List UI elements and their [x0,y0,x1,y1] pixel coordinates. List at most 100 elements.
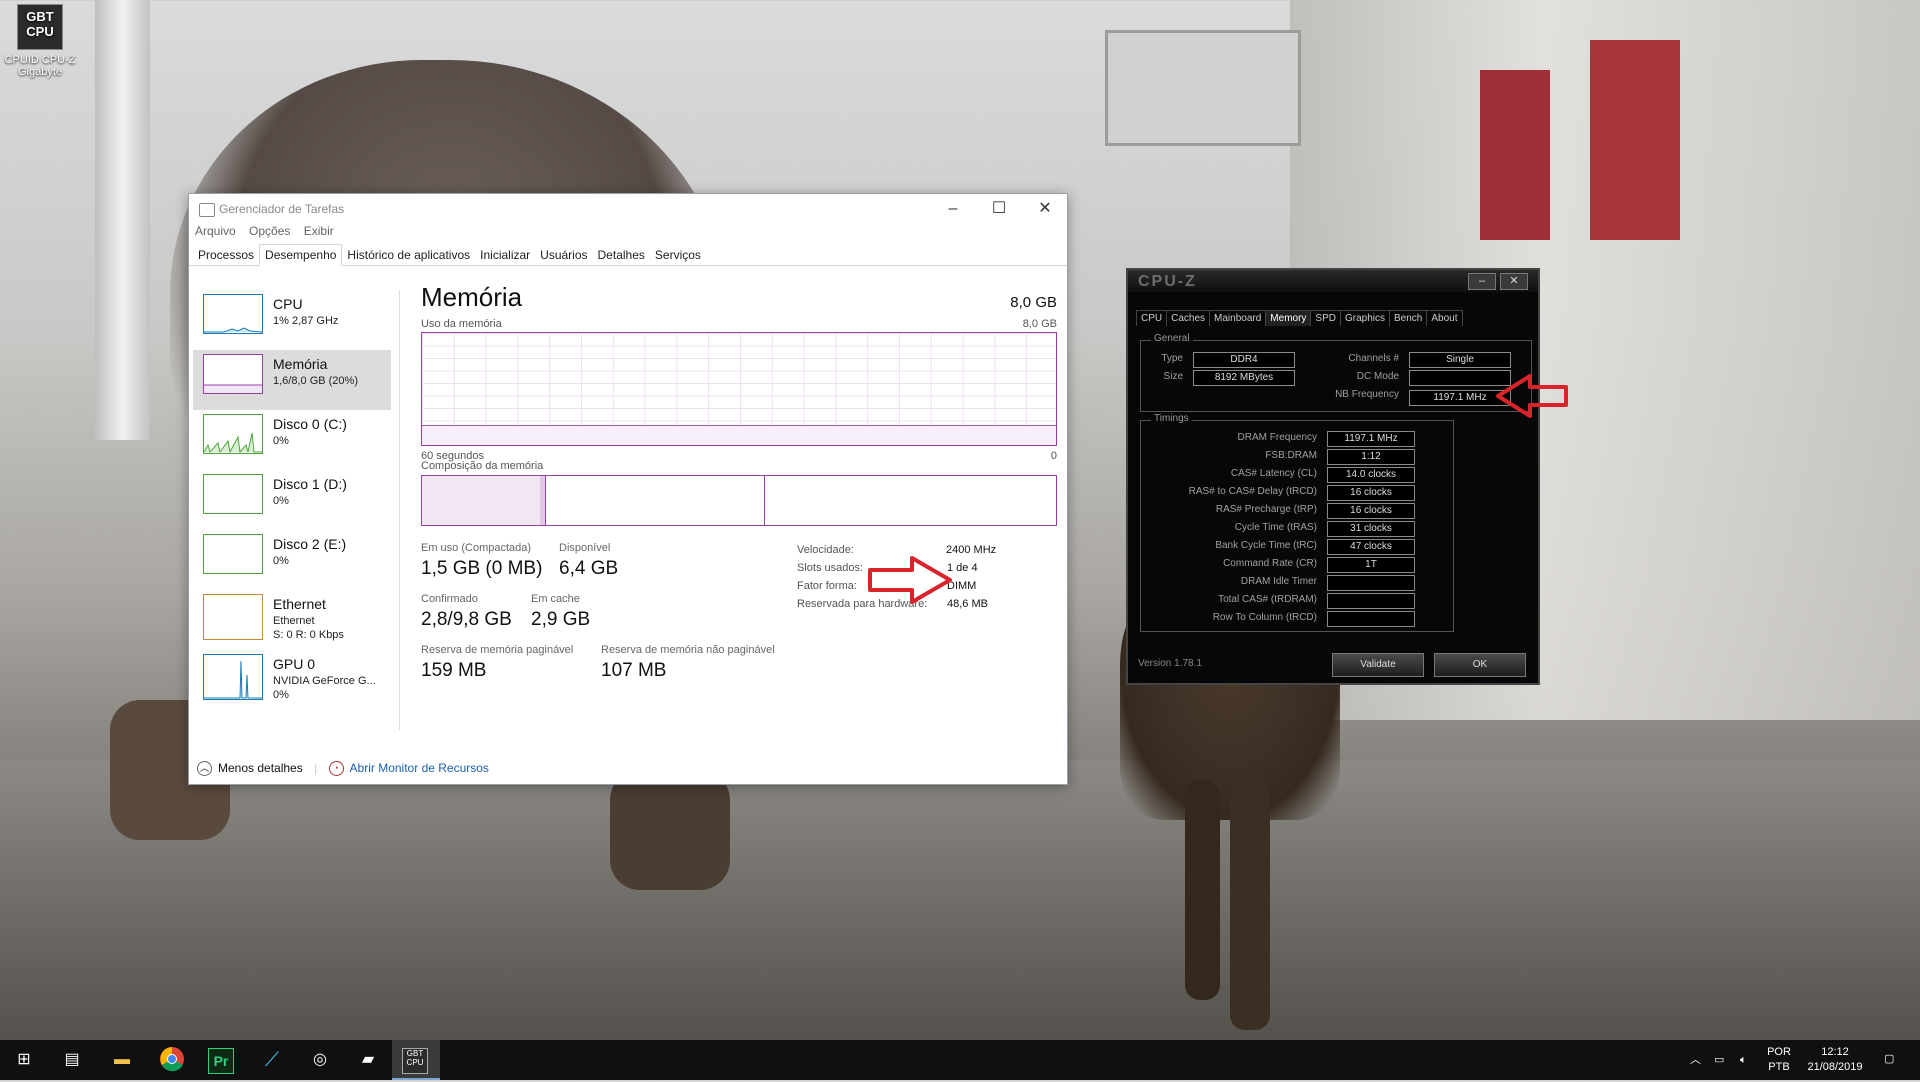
windows-start-icon[interactable]: ⊞ [10,1046,38,1074]
sidebar-item-disco1[interactable]: Disco 1 (D:) 0% [193,470,391,530]
sidebar-subtitle: 0% [273,435,289,447]
stat-nonpaged-pool: Reserva de memória não paginável 107 MB [601,644,775,682]
menu-exibir[interactable]: Exibir [304,224,334,238]
cpuz-label: NB Frequency [1335,389,1399,400]
clock[interactable]: 12:12 21/08/2019 [1800,1045,1870,1075]
composition-standby-divider [764,476,765,525]
language-indicator[interactable]: POR PTB [1764,1045,1794,1075]
notifications-icon[interactable]: ▢ [1884,1052,1894,1067]
cpuz-tab-caches[interactable]: Caches [1166,310,1211,326]
sidebar-item-gpu[interactable]: GPU 0 NVIDIA GeForce G... 0% [193,650,391,714]
cpuz-timing-value: 1197.1 MHz [1327,431,1415,447]
sidebar-subtitle: 0% [273,555,289,567]
memory-sparkline [204,384,262,393]
sidebar-item-ethernet[interactable]: Ethernet Ethernet S: 0 R: 0 Kbps [193,590,391,650]
fewer-details-link[interactable]: Menos detalhes [218,761,303,775]
sidebar-item-cpu[interactable]: CPU 1% 2,87 GHz [193,290,391,350]
stat-cached: Em cache 2,9 GB [531,593,590,631]
detail-key: Fator forma: [797,580,857,592]
minimize-button[interactable]: – [1468,273,1496,290]
desktop-icon-cpuz[interactable]: GBT CPU CPUID CPU-Z Gigabyte [4,4,76,78]
tab-bar: Processos Desempenho Histórico de aplicati… [189,244,1067,266]
chevron-up-icon[interactable]: ︿ [1690,1053,1701,1068]
premiere-rush-icon[interactable]: Pr [208,1048,234,1074]
sidebar-title: Disco 0 (C:) [273,416,347,432]
cpuz-timing-label: CAS# Latency (CL) [1230,468,1317,479]
cpuz-timing-value: 14.0 clocks [1327,467,1415,483]
network-icon[interactable]: ▭ [1714,1053,1724,1068]
tab-processos[interactable]: Processos [193,245,259,265]
close-button[interactable]: ✕ [1500,273,1528,290]
detail-value: 2400 MHz [946,544,997,556]
cpuz-app-icon: GBT CPU [17,4,63,50]
task-manager-icon [199,203,215,217]
menu-bar: Arquivo Opções Exibir [189,224,1067,244]
composition-in-use[interactable] [422,476,541,525]
cpuz-timing-value: 1T [1327,557,1415,573]
resource-monitor-icon: ◔ [328,761,344,776]
sidebar-item-memoria[interactable]: Memória 1,6/8,0 GB (20%) [193,350,391,410]
stat-committed: Confirmado 2,8/9,8 GB [421,593,512,631]
cpuz-timing-label: DRAM Idle Timer [1240,576,1317,587]
cpuz-timing-value: 1:12 [1327,449,1415,465]
menu-arquivo[interactable]: Arquivo [195,224,236,238]
tab-detalhes[interactable]: Detalhes [593,245,650,265]
cpuz-timing-label: Command Rate (CR) [1223,558,1317,569]
close-button[interactable]: ✕ [1023,198,1067,220]
photo-app-icon[interactable]: ▰ [354,1046,382,1074]
feather-app-icon[interactable]: ⟋ [258,1046,286,1074]
title-bar[interactable]: Gerenciador de Tarefas – ☐ ✕ [189,194,1067,224]
tab-inicializar[interactable]: Inicializar [475,245,535,265]
cpuz-timings-group: Timings DRAM Frequency 1197.1 MHz FSB:DRAM… [1140,413,1454,632]
chrome-icon[interactable] [158,1046,186,1074]
sidebar-subtitle: 1% 2,87 GHz [273,315,339,327]
tab-servicos[interactable]: Serviços [650,245,706,265]
footer: ︿ Menos detalhes | ◔ Abrir Monitor de Recu… [197,761,489,776]
cpuz-tab-spd[interactable]: SPD [1310,310,1341,326]
tab-desempenho[interactable]: Desempenho [259,244,343,266]
stat-label: Reserva de memória paginável [421,644,574,656]
graph-axis-right: 0 [1050,450,1057,462]
cpuz-tab-memory[interactable]: Memory [1265,310,1312,326]
detail-slots: Slots usados: 1 de 4 [797,562,978,574]
open-resource-monitor-link[interactable]: Abrir Monitor de Recursos [350,761,489,775]
cpuz-title-bar[interactable]: CPU-Z – ✕ [1128,270,1538,292]
steam-icon[interactable]: ◎ [306,1046,334,1074]
sidebar-subtitle-2: S: 0 R: 0 Kbps [273,629,344,641]
ok-button[interactable]: OK [1434,653,1526,677]
tab-usuarios[interactable]: Usuários [535,245,592,265]
wallpaper-street [0,760,1920,1040]
sidebar-item-disco0[interactable]: Disco 0 (C:) 0% [193,410,391,470]
stat-value: 159 MB [421,660,487,681]
cpuz-tab-about[interactable]: About [1426,310,1463,326]
cpuz-timing-value: 47 clocks [1327,539,1415,555]
cpuz-type-value: DDR4 [1193,352,1295,368]
cpuz-tab-mainboard[interactable]: Mainboard [1209,310,1267,326]
sidebar-item-disco2[interactable]: Disco 2 (E:) 0% [193,530,391,590]
task-view-icon[interactable]: ▤ [58,1046,86,1074]
validate-button[interactable]: Validate [1332,653,1424,677]
composition-modified[interactable] [540,476,546,525]
volume-icon[interactable]: 🔈︎ [1740,1053,1747,1068]
stat-label: Disponível [559,542,611,554]
footer-divider: | [314,760,318,775]
sidebar-title: Ethernet [273,596,326,612]
tab-historico[interactable]: Histórico de aplicativos [342,245,475,265]
cpu-sparkline [204,327,263,333]
chevron-up-icon[interactable]: ︿ [197,761,212,776]
wallpaper-street-sign [1105,30,1301,146]
file-explorer-icon[interactable]: ▬ [108,1046,136,1074]
cpuz-timing-label: DRAM Frequency [1237,432,1317,443]
cpuz-tab-graphics[interactable]: Graphics [1339,310,1390,326]
cpuz-label: Type [1161,353,1183,364]
sidebar-subtitle: NVIDIA GeForce G... [273,675,376,687]
minimize-button[interactable]: – [931,198,975,220]
cpuz-taskbar-icon[interactable]: GBT CPU [402,1048,428,1074]
memory-composition-bar [421,475,1057,526]
ethernet-thumbnail-graph [203,594,263,640]
maximize-button[interactable]: ☐ [977,198,1021,220]
cpuz-tab-cpu[interactable]: CPU [1136,310,1168,326]
menu-opcoes[interactable]: Opções [249,224,290,238]
cpuz-tab-bench[interactable]: Bench [1389,310,1428,326]
chrome-logo [160,1047,184,1072]
